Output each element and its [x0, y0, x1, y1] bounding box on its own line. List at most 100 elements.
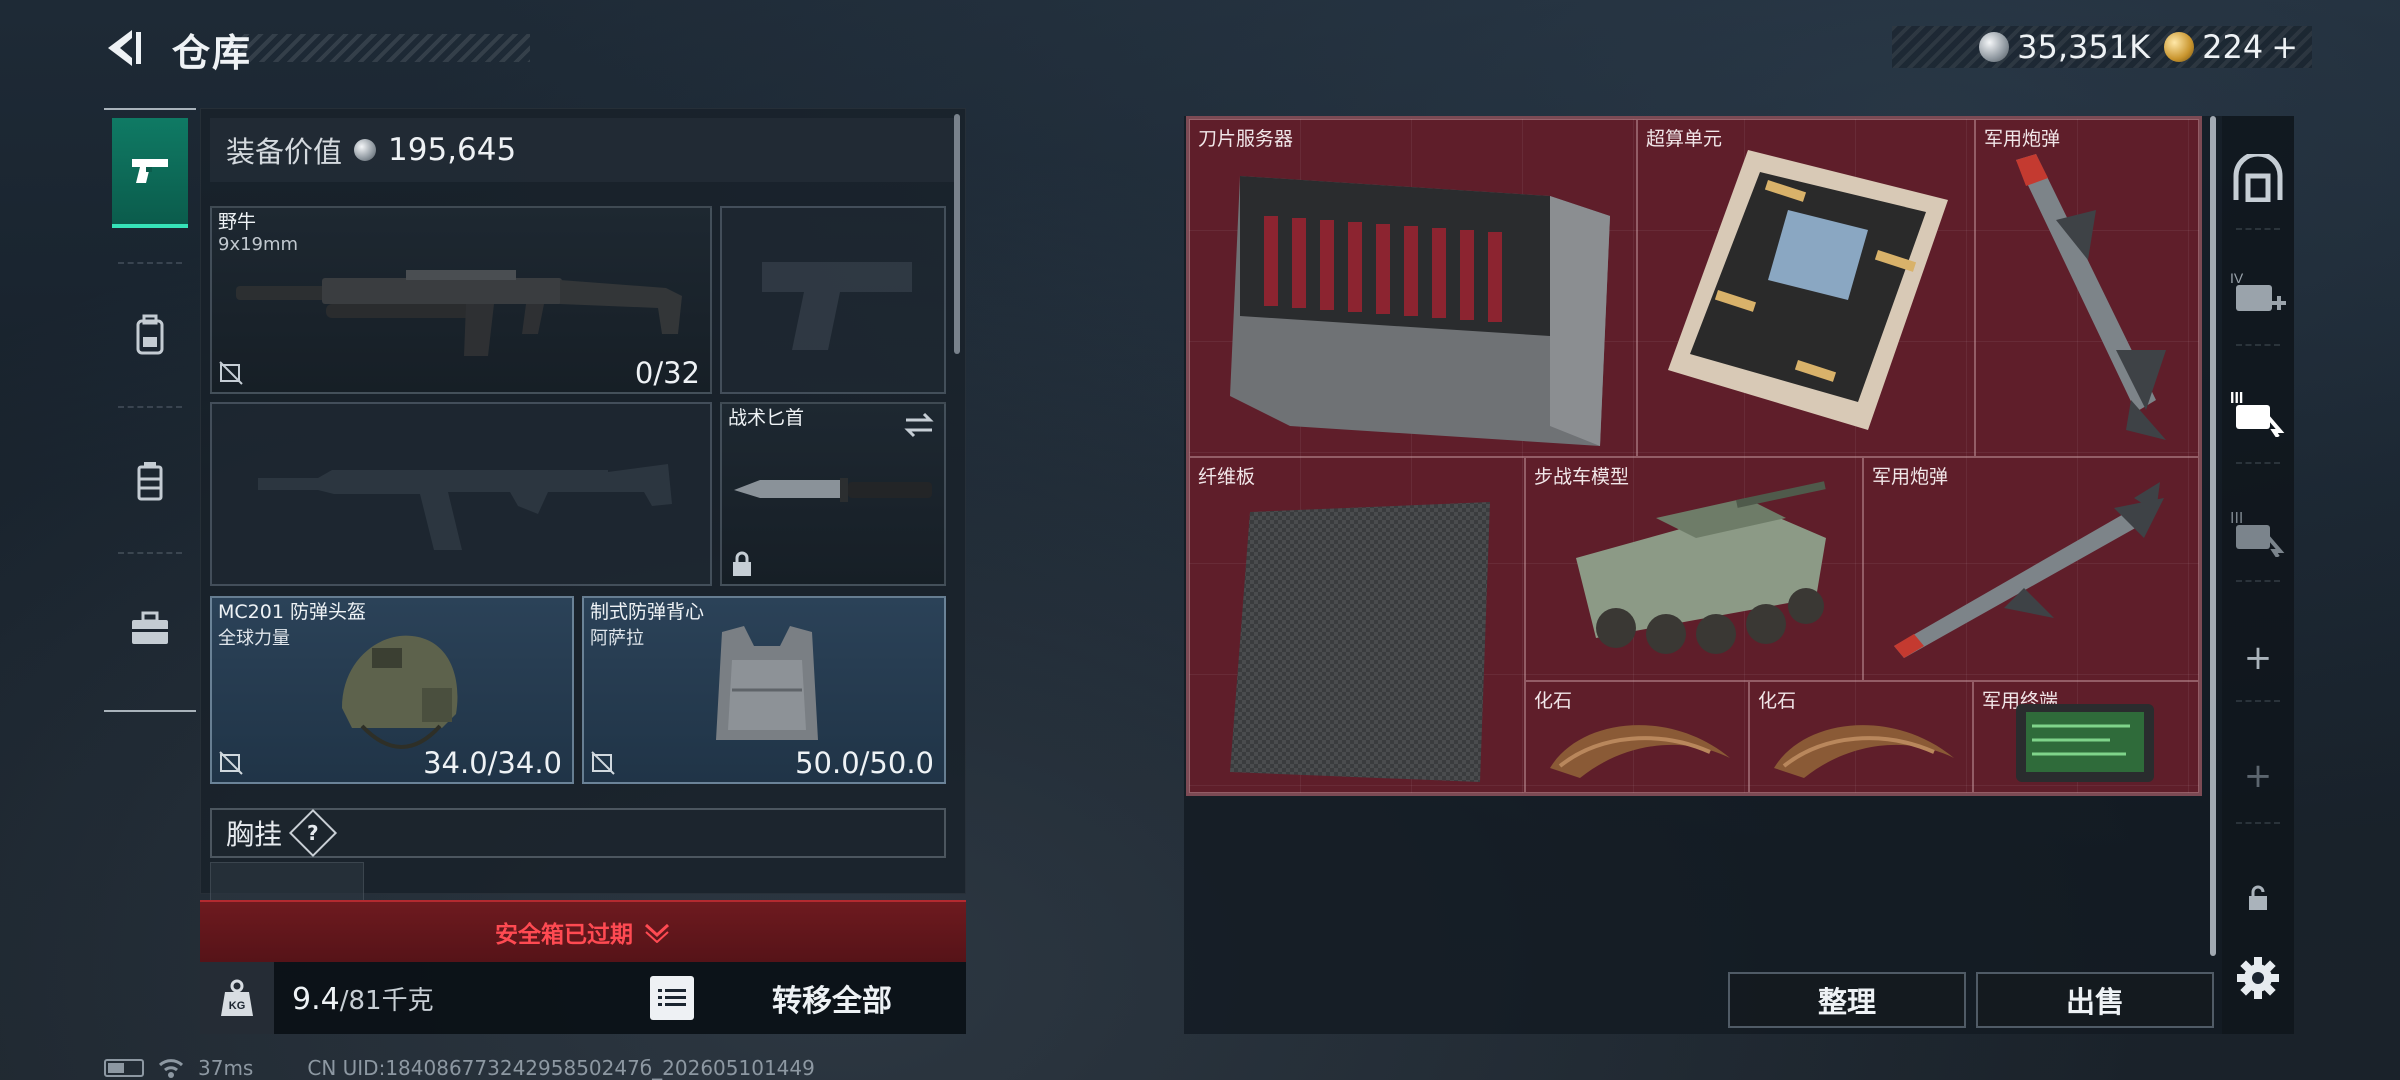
rifle-silhouette-icon	[258, 464, 672, 550]
storage-item-military-shell[interactable]: 军用炮弹	[1863, 457, 2199, 681]
briefcase-icon	[132, 611, 168, 644]
storage-item-fossil[interactable]: 化石	[1749, 681, 1973, 793]
column-separator	[2236, 580, 2280, 582]
canister-icon	[137, 462, 163, 501]
storage-tab-iii-active[interactable]: III	[2226, 380, 2290, 444]
column-separator	[2236, 822, 2280, 824]
tab-separator	[118, 406, 182, 408]
status-footer: 37ms CN UID:18408677324295850247б_202605…	[104, 1056, 815, 1080]
sort-button[interactable]: 整理	[1728, 972, 1966, 1028]
gold-add-icon[interactable]: +	[2271, 28, 2298, 66]
backpack-icon	[136, 314, 164, 355]
pistol-silhouette-icon	[762, 262, 912, 350]
secondary-weapon-slot[interactable]	[210, 402, 712, 586]
tactical-knife-image	[734, 478, 932, 502]
add-storage-disabled-button: +	[2243, 756, 2273, 796]
chest-rig-item-slot[interactable]	[210, 862, 364, 902]
loadout-scrollbar[interactable]	[954, 114, 960, 354]
silver-amount: 35,351K	[2017, 28, 2151, 66]
settings-button[interactable]	[2226, 946, 2290, 1010]
storage-tab-iv[interactable]: IV	[2226, 262, 2290, 326]
swap-icon[interactable]	[902, 410, 936, 440]
vest-name: 制式防弹背心	[590, 601, 705, 623]
column-separator	[2236, 228, 2280, 230]
storage-item-supercomputer-unit[interactable]: 超算单元	[1637, 119, 1975, 457]
storage-scrollbar[interactable]	[2210, 116, 2216, 956]
tab-level-label: III	[2230, 390, 2243, 407]
sell-button[interactable]: 出售	[1976, 972, 2214, 1028]
storage-tab-iii[interactable]: III	[2226, 500, 2290, 564]
pistol-icon	[132, 159, 168, 183]
helmet-slot[interactable]: MC201 防弹头盔 全球力量 34.0/34.0	[210, 596, 574, 784]
primary-weapon-slot[interactable]: 野牛 9x19mm 0/32	[210, 206, 712, 394]
storage-home-button[interactable]	[2226, 146, 2290, 210]
expansion-box-iv-icon: IV	[2230, 270, 2286, 311]
storage-item-fiberboard[interactable]: 纤维板	[1189, 457, 1525, 793]
tab-separator	[118, 262, 182, 264]
unbind-icon	[591, 751, 615, 775]
expansion-box-iii-icon: III	[2230, 390, 2285, 437]
storage-item-blade-server[interactable]: 刀片服务器	[1189, 119, 1637, 457]
carbon-fiber-board-image	[1230, 502, 1490, 782]
pistol-slot[interactable]	[720, 206, 946, 394]
weight-icon: KG	[221, 979, 253, 1016]
chest-rig-slot[interactable]: 胸挂 ?	[210, 808, 946, 858]
missile-image	[2016, 154, 2166, 440]
vest-slot[interactable]: 制式防弹背心 阿萨拉 50.0/50.0	[582, 596, 946, 784]
gold-currency[interactable]: 224 +	[2164, 28, 2298, 66]
carry-weight: 9.4/81千克	[292, 980, 434, 1017]
storage-item-military-shell[interactable]: 军用炮弹	[1975, 119, 2199, 457]
help-icon[interactable]: ?	[288, 808, 338, 858]
add-storage-button[interactable]: +	[2226, 626, 2290, 690]
user-uid: CN UID:18408677324295850247б_20260510144…	[307, 1056, 815, 1080]
weapon-name: 野牛	[218, 211, 257, 233]
circuit-board-image	[1668, 150, 1948, 430]
tab-level-label: III	[2230, 510, 2243, 527]
gear-icon	[2237, 957, 2279, 999]
tab-rail-top-line	[104, 108, 196, 110]
weight-max: /81千克	[339, 986, 434, 1016]
silver-coin-icon	[1979, 32, 2010, 62]
item-name: 刀片服务器	[1198, 128, 1294, 150]
tab-level-label: IV	[2230, 270, 2244, 286]
weight-icon-text: KG	[229, 1000, 246, 1012]
list-icon	[658, 989, 686, 1006]
blade-server-image	[1230, 176, 1610, 446]
storage-item-fossil[interactable]: 化石	[1525, 681, 1749, 793]
gold-coin-icon	[2164, 32, 2195, 62]
body-armor-image	[716, 626, 818, 740]
equip-value-label: 装备价值	[226, 135, 343, 169]
back-button[interactable]	[98, 24, 146, 72]
help-icon-glyph: ?	[307, 820, 319, 845]
silver-currency: 35,351K	[1979, 28, 2150, 66]
safebox-warning-text: 安全箱已过期	[495, 922, 633, 948]
ping-value: 37ms	[198, 1056, 254, 1080]
wifi-icon	[158, 1059, 184, 1078]
tab-weapons[interactable]	[112, 118, 188, 228]
terminal-device-image	[2016, 704, 2154, 782]
helmet-durability: 34.0/34.0	[423, 746, 562, 780]
vest-durability: 50.0/50.0	[795, 746, 934, 780]
expansion-box-iii-icon: III	[2230, 510, 2285, 557]
battery-icon	[104, 1059, 144, 1077]
unbind-icon	[219, 361, 243, 385]
tab-backpack[interactable]	[112, 280, 188, 390]
title-decoration	[230, 34, 530, 62]
tab-case[interactable]	[112, 574, 188, 684]
storage-item-military-terminal[interactable]: 军用终端	[1973, 681, 2199, 793]
helmet-brand: 全球力量	[218, 628, 290, 649]
safebox-expired-banner[interactable]: 安全箱已过期	[200, 900, 966, 962]
lock-icon	[733, 551, 751, 576]
currency-bar: 35,351K 224 +	[1892, 26, 2312, 68]
list-view-button[interactable]	[650, 976, 694, 1020]
lock-icon	[2249, 885, 2267, 910]
tab-container[interactable]	[112, 426, 188, 536]
item-name: 纤维板	[1198, 466, 1256, 488]
column-separator	[2236, 462, 2280, 464]
tab-separator	[118, 552, 182, 554]
knife-slot[interactable]: 战术匕首	[720, 402, 946, 586]
storage-item-ifv-model[interactable]: 步战车模型	[1525, 457, 1863, 681]
lock-toggle-button[interactable]	[2226, 866, 2290, 930]
transfer-all-button[interactable]: 转移全部	[712, 962, 952, 1034]
column-separator	[2236, 344, 2280, 346]
